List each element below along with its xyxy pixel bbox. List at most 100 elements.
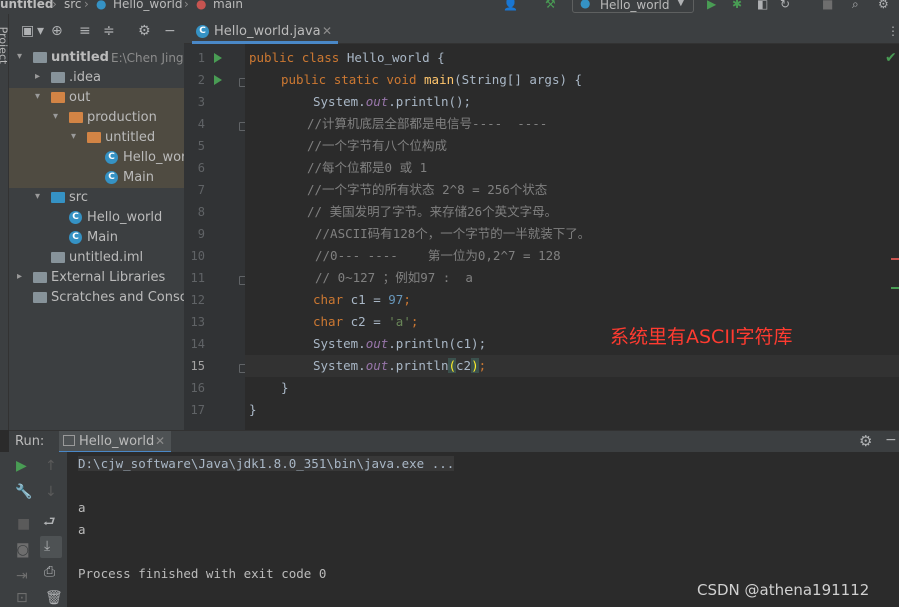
gear-icon[interactable]: ⚙ [859,432,872,450]
chevron-down-icon[interactable]: ▾ [17,51,22,62]
code-line-2: public static void main(String[] args) { [281,69,582,91]
build-hammer-icon[interactable]: ⚒ [545,0,556,11]
close-icon[interactable]: ✕ [155,434,165,448]
run-icon[interactable]: ▶ [707,0,716,11]
code-editor[interactable]: public class Hello_world { public static… [245,44,899,430]
soft-wrap-icon[interactable]: ⮐ [43,511,56,535]
tree-item[interactable]: C Hello_worl [9,148,184,168]
tree-item[interactable]: ▾ untitled [9,128,184,148]
run-tool-strip [0,452,9,607]
tree-item[interactable]: ▾ production [9,108,184,128]
keyword: char [313,314,344,329]
chevron-down-icon[interactable]: ▾ [37,23,44,39]
locate-icon[interactable]: ⊕ [51,23,63,39]
tree-item[interactable]: untitled.iml [9,248,184,268]
tree-item-label: Main [87,230,119,245]
tree-item[interactable]: ▸ External Libraries [9,268,184,288]
breadcrumb-separator: › [52,0,57,11]
error-stripe-marker[interactable] [891,258,899,260]
pin-icon[interactable]: ⊡ [16,590,28,606]
tree-item[interactable]: ▾ src [9,188,184,208]
tree-item[interactable]: ▸ .idea [9,68,184,88]
class-icon: C [105,151,118,164]
line-number: 12 [190,293,205,307]
user-icon[interactable]: 👤 [503,0,518,11]
tree-item[interactable]: C Hello_world [9,208,184,228]
inspection-ok-icon[interactable]: ✔ [885,50,897,66]
up-arrow-icon[interactable]: ↑ [45,458,57,474]
tree-item[interactable]: C Main [9,168,184,188]
run-gutter-icon[interactable] [214,75,222,85]
matched-brace: ( [448,358,457,373]
breadcrumb-file[interactable]: Hello_world [113,0,182,11]
project-tool-button[interactable]: Project [0,27,9,65]
collapse-all-icon[interactable]: ≡ [79,23,91,39]
semicolon: ; [403,292,411,307]
breadcrumb-separator: › [184,0,189,11]
code-line-8: // 美国发明了字节。来存储26个英文字母。 [307,204,558,219]
code-line-1: public class Hello_world { [249,47,445,69]
chevron-down-icon[interactable]: ▾ [35,191,40,202]
close-icon[interactable]: ✕ [322,24,332,38]
stop-icon[interactable]: ■ [822,0,833,11]
print-icon[interactable]: ⎙ [44,564,55,580]
run-gutter-icon[interactable] [214,53,222,63]
search-icon[interactable]: ⌕ [852,0,859,12]
line-number: 2 [197,73,205,87]
chevron-right-icon[interactable]: ▸ [17,271,22,282]
hide-icon[interactable]: − [164,23,176,39]
breadcrumb-project[interactable]: untitled [0,0,54,11]
code-token: c1 = [343,292,389,307]
run-tab-hello-world[interactable]: Hello_world ✕ [59,431,171,453]
watermark: CSDN @athena191112 [697,581,870,599]
expand-all-icon[interactable]: ≑ [103,23,115,39]
wrench-icon[interactable]: 🔧 [15,484,32,500]
breadcrumb-src[interactable]: src [64,0,82,11]
down-arrow-icon[interactable]: ↓ [45,484,57,500]
tree-item[interactable]: ▾ untitledE:\Chen Jingw [9,48,184,68]
tree-item[interactable]: C Main [9,228,184,248]
stop-icon[interactable]: ■ [17,516,30,532]
chevron-down-icon[interactable]: ▾ [71,131,76,142]
breadcrumb-separator: › [84,0,89,11]
line-number: 9 [197,227,205,241]
chevron-down-icon[interactable]: ▾ [35,91,40,102]
gear-icon[interactable]: ⚙ [138,23,151,39]
source-folder-icon [51,192,65,203]
tree-item-label: untitled.iml [69,250,144,265]
console-icon [63,435,75,446]
camera-icon[interactable]: ◙ [16,542,30,558]
code-line-6: //每个位都是0 或 1 [307,160,428,175]
change-stripe-marker[interactable] [891,287,899,289]
run-label: Run: [15,434,45,449]
keyword: void [386,72,417,87]
method-name: main [424,72,455,87]
libraries-icon [33,272,47,283]
tree-item[interactable]: ▾ out [9,88,184,108]
exit-icon[interactable]: ⇥ [16,568,28,584]
code-line-5: //一个字节有八个位构成 [307,138,448,153]
hide-icon[interactable]: − [885,432,897,448]
iml-file-icon [51,252,65,263]
breadcrumb-method[interactable]: main [213,0,243,11]
run-configuration-selector[interactable]: ● Hello_world ▼ [572,0,694,13]
project-panel: ▣ ▾ ⊕ ≡ ≑ ⚙ − ▾untitledE:\Chen Jingw▸.id… [9,14,184,430]
tab-hello-world-java[interactable]: C Hello_world.java ✕ [192,22,338,44]
profile-icon[interactable]: ↻ [780,0,790,11]
module-folder-icon [33,52,47,63]
debug-icon[interactable]: ✱ [732,0,742,11]
coverage-icon[interactable]: ◧ [757,0,768,11]
project-view-icon[interactable]: ▣ [21,23,34,39]
chevron-down-icon[interactable]: ▾ [53,111,58,122]
line-number: 8 [197,205,205,219]
keyword: char [313,292,344,307]
tree-item[interactable]: Scratches and Console [9,288,184,308]
code-line-17: } [249,402,257,417]
code-line-11: // 0~127 ；例如97 : a [315,270,473,285]
rerun-icon[interactable]: ▶ [16,458,27,474]
chevron-right-icon[interactable]: ▸ [35,71,40,82]
more-icon[interactable]: ⋮ [887,24,899,38]
trash-icon[interactable]: 🗑 [45,590,63,606]
tool-window-strip: Project [0,14,9,430]
settings-icon[interactable]: ⚙ [878,0,889,11]
